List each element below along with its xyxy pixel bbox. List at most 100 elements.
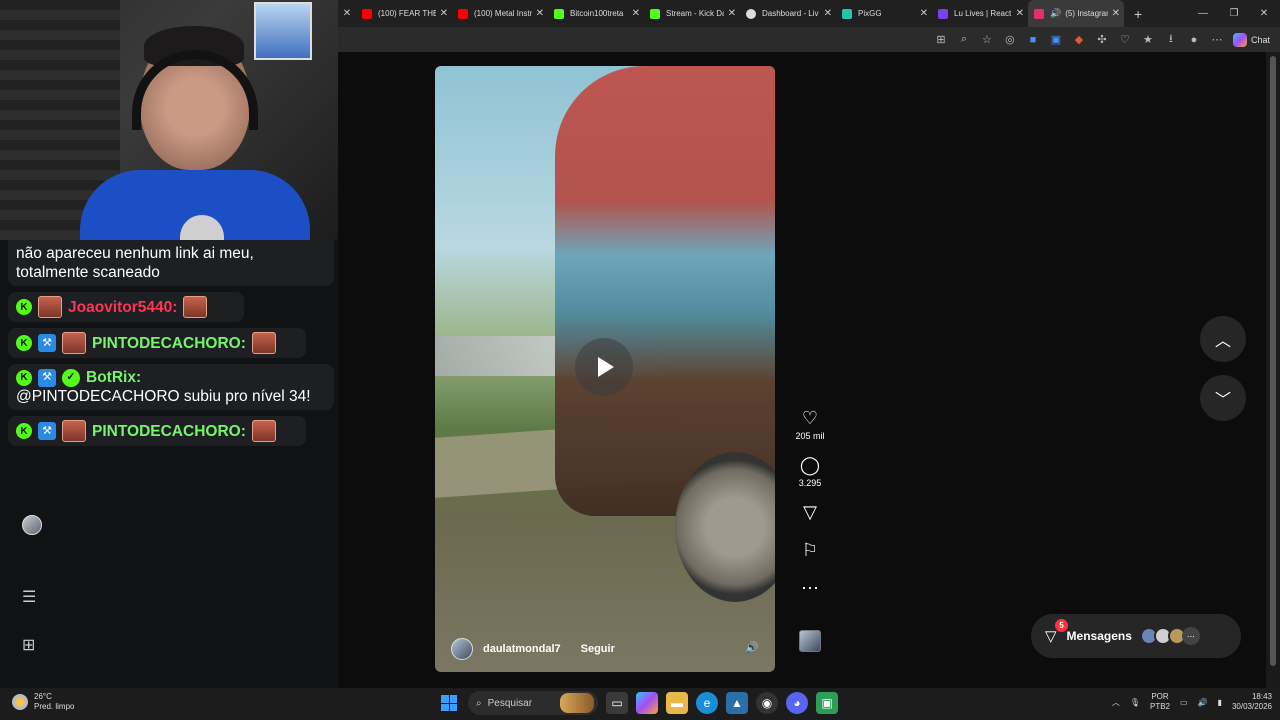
instagram-icon	[1034, 8, 1044, 19]
file-explorer-icon[interactable]: ▬	[666, 692, 688, 714]
emote-icon	[62, 420, 86, 442]
language-indicator[interactable]: POR PTB2	[1150, 692, 1170, 712]
messages-label: Mensagens	[1066, 629, 1132, 643]
clock[interactable]: 18:43 30/03/2026	[1232, 692, 1272, 712]
more-icon: ⋯	[1181, 627, 1200, 645]
next-reel-button[interactable]: ﹀	[1200, 375, 1246, 421]
chat-message: K ⚒ ✓ BotRix: @PINTODECACHORO subiu pro …	[8, 364, 334, 410]
start-button[interactable]	[438, 692, 460, 714]
zoom-icon[interactable]: ⌕	[957, 33, 971, 47]
favorite-star-icon[interactable]: ☆	[980, 33, 994, 47]
close-icon[interactable]: ✕	[1016, 8, 1024, 19]
close-icon[interactable]: ✕	[536, 8, 544, 19]
translate-icon[interactable]: ▣	[1049, 33, 1063, 47]
previous-reel-button[interactable]: ︿	[1200, 316, 1246, 362]
chat-username: PINTODECACHORO:	[92, 422, 246, 440]
new-tab-button[interactable]: +	[1134, 6, 1142, 22]
scrollbar[interactable]	[1266, 52, 1280, 688]
copilot-icon	[1232, 32, 1247, 47]
office-icon[interactable]: ◆	[1072, 33, 1086, 47]
like-button[interactable]: ♡ 205 mil	[795, 408, 824, 441]
tab-label: Dashboard - Liv	[762, 9, 819, 18]
download-icon[interactable]: ⭳	[1164, 33, 1178, 47]
stream-overlay: não apareceu nenhum link ai meu, totalme…	[0, 0, 338, 688]
hamburger-menu-icon[interactable]: ☰	[22, 587, 36, 607]
speaker-icon[interactable]: 🔊	[1050, 8, 1061, 19]
app-available-icon[interactable]: ⊞	[934, 33, 948, 47]
chat-feed: não apareceu nenhum link ai meu, totalme…	[8, 240, 334, 452]
messages-button[interactable]: ▽ 5 Mensagens ⋯	[1031, 614, 1241, 658]
kick-badge-icon: K	[16, 423, 32, 439]
chat-message: não apareceu nenhum link ai meu, totalme…	[8, 240, 334, 286]
copilot-chat-button[interactable]: Chat	[1232, 32, 1270, 47]
close-icon[interactable]: ✕	[440, 8, 448, 19]
restore-button[interactable]: ❐	[1219, 0, 1249, 27]
pixgg-icon	[842, 8, 852, 19]
close-icon[interactable]: ✕	[824, 8, 832, 19]
taskbar-search[interactable]: ⌕ Pesquisar	[468, 691, 598, 715]
window-close-button[interactable]: ✕	[1249, 0, 1279, 27]
copilot-icon[interactable]	[636, 692, 658, 714]
discord-icon[interactable]: ◕	[786, 692, 808, 714]
avatar[interactable]	[451, 638, 473, 660]
close-icon[interactable]: ✕	[1112, 8, 1120, 19]
lulives-icon	[938, 8, 948, 19]
minimize-button[interactable]: —	[1188, 0, 1218, 27]
chat-message: K Joaovitor5440:	[8, 292, 244, 322]
app-icon[interactable]: ▣	[816, 692, 838, 714]
battery-icon[interactable]: ▮	[1218, 698, 1222, 707]
chevron-up-icon[interactable]: ︿	[1112, 697, 1120, 708]
extension-icon[interactable]: ■	[1026, 33, 1040, 47]
tab-instagram[interactable]: 🔊 (5) Instagram ✕	[1028, 0, 1124, 27]
reel-video[interactable]: daulatmondal7 Seguir 🔊	[435, 66, 775, 672]
audio-thumbnail[interactable]	[799, 630, 821, 652]
browser-essentials-icon[interactable]: ♡	[1118, 33, 1132, 47]
microphone-icon[interactable]: 🎙	[1130, 698, 1140, 707]
moderator-badge-icon: ⚒	[38, 422, 56, 440]
save-button[interactable]: ⚐	[802, 540, 818, 560]
comment-button[interactable]: ◯ 3.295	[799, 455, 822, 488]
close-icon[interactable]: ✕	[632, 8, 640, 19]
tab-kick-1[interactable]: Bitcoin100treta ✕	[548, 0, 644, 27]
profile-icon[interactable]: ●	[1187, 33, 1201, 47]
weather-widget[interactable]: 26°C Pred. limpo	[12, 692, 74, 712]
share-button[interactable]: ▽	[803, 502, 817, 522]
moderator-badge-icon: ⚒	[38, 368, 56, 387]
extensions-puzzle-icon[interactable]: ✣	[1095, 33, 1109, 47]
volume-icon[interactable]: 🔊	[1198, 698, 1208, 707]
system-tray: ︿ 🎙 POR PTB2 ▭ 🔊 ▮ 18:43 30/03/2026	[1112, 692, 1272, 712]
scrollbar-thumb[interactable]	[1270, 56, 1276, 666]
follow-button[interactable]: Seguir	[581, 643, 615, 655]
extension-icon[interactable]: ◎	[1003, 33, 1017, 47]
tab-youtube-2[interactable]: (100) Metal Instr ✕	[452, 0, 548, 27]
notification-badge: 5	[1055, 619, 1068, 632]
edge-browser-icon[interactable]: e	[696, 692, 718, 714]
message-avatars: ⋯	[1139, 627, 1200, 645]
author-username[interactable]: daulatmondal7	[483, 643, 561, 655]
more-options-button[interactable]: ⋯	[801, 578, 819, 598]
tab-dashboard[interactable]: Dashboard - Liv ✕	[740, 0, 836, 27]
avatar[interactable]	[22, 515, 42, 535]
tab-lulives[interactable]: Lu Lives | React ✕	[932, 0, 1028, 27]
chat-message: K ⚒ PINTODECACHORO:	[8, 416, 306, 446]
kick-badge-icon: K	[16, 335, 32, 351]
volume-icon[interactable]: 🔊	[745, 641, 759, 654]
tab-youtube-1[interactable]: (100) FEAR THE ✕	[356, 0, 452, 27]
close-icon[interactable]: ✕	[728, 8, 736, 19]
close-icon[interactable]: ✕	[338, 8, 356, 19]
play-button[interactable]	[575, 338, 633, 396]
tab-pixgg[interactable]: PixGG ✕	[836, 0, 932, 27]
task-view-icon[interactable]: ▭	[606, 692, 628, 714]
photos-icon[interactable]: ▲	[726, 692, 748, 714]
tab-kick-2[interactable]: Stream - Kick Da ✕	[644, 0, 740, 27]
obs-icon[interactable]: ◉	[756, 692, 778, 714]
browser-window: ✕ (100) FEAR THE ✕ (100) Metal Instr ✕ B…	[338, 0, 1280, 688]
close-icon[interactable]: ✕	[920, 8, 928, 19]
network-icon[interactable]: ▭	[1180, 698, 1188, 707]
verified-badge-icon: ✓	[62, 368, 80, 387]
chat-text: não apareceu nenhum link ai meu, totalme…	[16, 245, 254, 281]
more-menu-icon[interactable]: ⋯	[1210, 33, 1224, 47]
favorites-icon[interactable]: ★	[1141, 33, 1155, 47]
chat-username: Joaovitor5440:	[68, 298, 178, 316]
grid-icon[interactable]: ⊞	[22, 635, 35, 655]
